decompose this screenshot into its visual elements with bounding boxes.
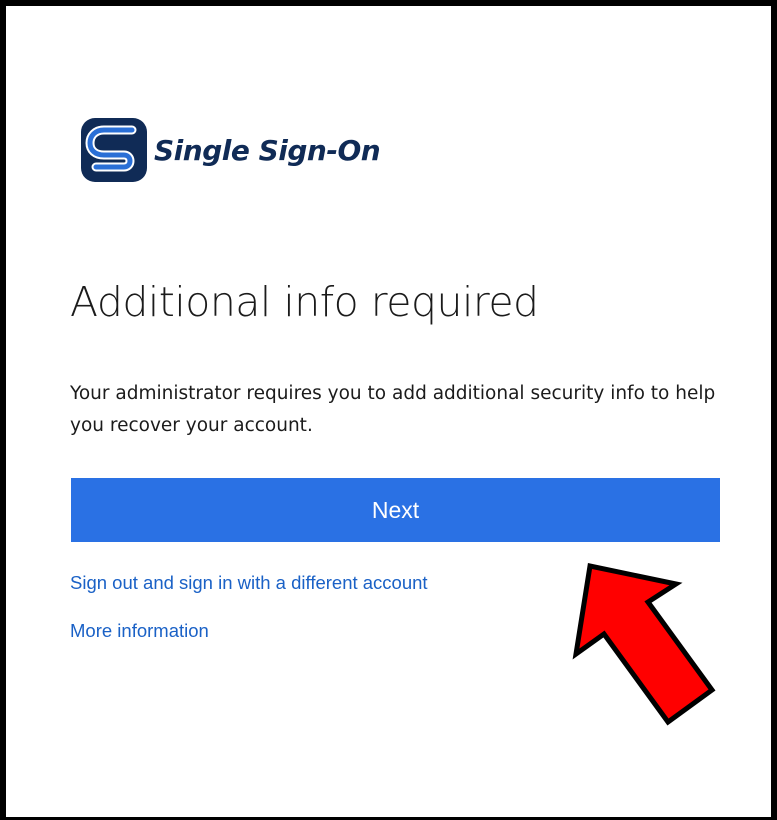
page-description: Your administrator requires you to add a…	[70, 383, 716, 436]
brand-name: Single Sign-On	[154, 133, 381, 167]
red-arrow-icon	[572, 563, 716, 726]
sign-out-link[interactable]: Sign out and sign in with a different ac…	[70, 572, 428, 594]
s-logo-icon	[81, 118, 147, 182]
next-button[interactable]: Next	[71, 478, 720, 542]
more-information-link[interactable]: More information	[70, 620, 209, 642]
page-title: Additional info required	[70, 278, 539, 326]
sign-in-frame: Single Sign-On Additional info required …	[0, 0, 777, 820]
brand-logo: Single Sign-On	[78, 114, 381, 186]
